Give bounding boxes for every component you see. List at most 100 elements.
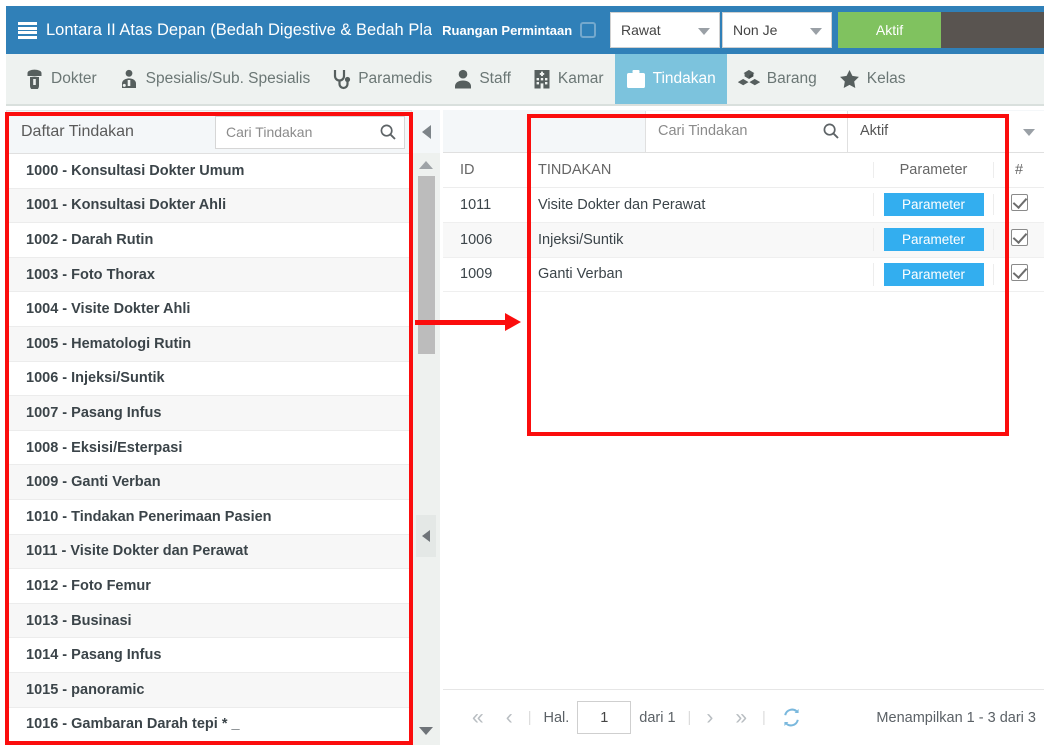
- list-item[interactable]: 1011 - Visite Dokter dan Perawat: [7, 534, 411, 570]
- right-panel-header: Cari Tindakan Aktif: [443, 110, 1044, 153]
- list-item[interactable]: 1008 - Eksisi/Esterpasi: [7, 430, 411, 466]
- parameter-button[interactable]: Parameter: [883, 193, 984, 217]
- cell-tindakan: Visite Dokter dan Perawat: [538, 196, 706, 213]
- list-item[interactable]: 1016 - Gambaran Darah tepi * _: [7, 707, 411, 743]
- care-type-value: Rawat: [621, 22, 661, 38]
- hospital-icon: [533, 69, 551, 89]
- daftar-tindakan-panel: Daftar Tindakan Cari Tindakan 1000 - Kon…: [6, 110, 412, 745]
- total-pages-label: dari 1: [639, 709, 676, 726]
- table-row[interactable]: 1006 Injeksi/Suntik Parameter: [443, 222, 1044, 258]
- tab-kamar[interactable]: Kamar: [522, 54, 615, 104]
- divider: |: [687, 709, 692, 726]
- tab-label: Kamar: [557, 70, 604, 87]
- table-body: 1011 Visite Dokter dan Perawat Parameter…: [443, 188, 1044, 689]
- tab-label: Barang: [766, 70, 817, 87]
- parameter-button[interactable]: Parameter: [883, 228, 984, 252]
- cell-id: 1011: [460, 196, 492, 213]
- daftar-tindakan-heading: Daftar Tindakan: [21, 123, 134, 140]
- right-search-input[interactable]: Cari Tindakan: [645, 110, 848, 152]
- chevron-down-icon: [810, 28, 822, 35]
- row-checkbox[interactable]: [1010, 194, 1028, 212]
- refresh-icon[interactable]: [770, 708, 813, 727]
- page-label: Hal.: [543, 709, 570, 726]
- class-type-select[interactable]: Non Je: [722, 12, 832, 48]
- row-checkbox[interactable]: [1010, 229, 1028, 247]
- list-item[interactable]: 1000 - Konsultasi Dokter Umum: [7, 154, 411, 189]
- tab-barang[interactable]: Barang: [727, 54, 828, 104]
- stethoscope-icon: [332, 69, 351, 90]
- tabbar: Dokter Spesialis/Sub. Spesialis Paramedi…: [6, 54, 1044, 106]
- collapse-left-panel-button[interactable]: [412, 110, 440, 153]
- titlebar-left: Lontara II Atas Depan (Bedah Digestive &…: [6, 21, 597, 40]
- cubes-icon: [737, 69, 760, 89]
- row-checkbox[interactable]: [1010, 263, 1028, 281]
- caret-up-icon: [419, 161, 433, 169]
- page-number-input[interactable]: 1: [577, 701, 632, 734]
- scroll-up-button[interactable]: [412, 155, 440, 175]
- user-icon: [454, 69, 472, 89]
- tab-label: Tindakan: [652, 70, 716, 87]
- titlebar: Lontara II Atas Depan (Bedah Digestive &…: [6, 6, 1044, 54]
- tab-tindakan[interactable]: Tindakan: [614, 54, 727, 104]
- column-header-tindakan: TINDAKAN: [538, 162, 612, 178]
- scroll-down-button[interactable]: [412, 721, 440, 741]
- tab-label: Staff: [479, 70, 511, 87]
- medkit-icon: [626, 69, 646, 89]
- prev-page-button[interactable]: ‹: [495, 707, 524, 728]
- tab-spesialis[interactable]: Spesialis/Sub. Spesialis: [108, 54, 322, 104]
- cell-tindakan: Injeksi/Suntik: [538, 231, 624, 248]
- search-icon: [380, 124, 396, 140]
- tab-paramedis[interactable]: Paramedis: [321, 54, 443, 104]
- table-row[interactable]: 1009 Ganti Verban Parameter: [443, 257, 1044, 293]
- search-icon: [823, 123, 839, 139]
- column-header-id: ID: [460, 162, 475, 178]
- tab-staff[interactable]: Staff: [443, 54, 522, 104]
- last-page-button[interactable]: »: [724, 707, 758, 728]
- tab-dokter[interactable]: Dokter: [14, 54, 108, 104]
- annotation-arrow-head: [505, 313, 521, 331]
- left-search-input[interactable]: Cari Tindakan: [215, 115, 405, 149]
- list-item[interactable]: 1005 - Hematologi Rutin: [7, 326, 411, 362]
- column-header-select: #: [993, 162, 1044, 178]
- cell-parameter: Parameter: [873, 228, 993, 252]
- pagination-bar: « ‹ | Hal. 1 dari 1 | › » | Menampilkan …: [443, 689, 1044, 745]
- titlebar-controls: Rawat Non Je Aktif: [610, 6, 1044, 54]
- care-type-select[interactable]: Rawat: [610, 12, 720, 48]
- tab-label: Kelas: [866, 70, 906, 87]
- list-item[interactable]: 1004 - Visite Dokter Ahli: [7, 292, 411, 327]
- list-item[interactable]: 1012 - Foto Femur: [7, 569, 411, 604]
- divider: |: [527, 709, 532, 726]
- list-item[interactable]: 1007 - Pasang Infus: [7, 396, 411, 431]
- list-item[interactable]: 1009 - Ganti Verban: [7, 465, 411, 500]
- right-header-spacer: [443, 110, 645, 153]
- list-icon: [18, 22, 37, 39]
- list-item[interactable]: 1015 - panoramic: [7, 672, 411, 708]
- chevron-left-icon: [422, 530, 430, 542]
- tab-kelas[interactable]: Kelas: [828, 54, 917, 104]
- list-item[interactable]: 1006 - Injeksi/Suntik: [7, 361, 411, 397]
- request-room-checkbox[interactable]: [580, 22, 597, 38]
- cell-parameter: Parameter: [873, 262, 993, 286]
- status-active-button[interactable]: Aktif: [838, 12, 941, 48]
- chevron-down-icon: [1023, 129, 1035, 136]
- scrollbar-thumb[interactable]: [418, 176, 435, 354]
- next-page-button[interactable]: ›: [695, 707, 724, 728]
- status-inactive-button[interactable]: [941, 12, 1044, 48]
- parameter-button[interactable]: Parameter: [883, 262, 984, 286]
- panel-divider-collapse-button[interactable]: [416, 515, 436, 557]
- table-row[interactable]: 1011 Visite Dokter dan Perawat Parameter: [443, 188, 1044, 223]
- cell-select: [993, 229, 1044, 251]
- specialist-icon: [119, 69, 139, 89]
- list-item[interactable]: 1003 - Foto Thorax: [7, 257, 411, 293]
- left-search-placeholder: Cari Tindakan: [226, 124, 313, 140]
- list-item[interactable]: 1010 - Tindakan Penerimaan Pasien: [7, 499, 411, 535]
- list-item[interactable]: 1014 - Pasang Infus: [7, 638, 411, 673]
- list-item[interactable]: 1002 - Darah Rutin: [7, 223, 411, 258]
- list-item[interactable]: 1001 - Konsultasi Dokter Ahli: [7, 188, 411, 224]
- first-page-button[interactable]: «: [461, 707, 495, 728]
- status-filter-select[interactable]: Aktif: [848, 110, 1044, 152]
- daftar-tindakan-list[interactable]: 1000 - Konsultasi Dokter Umum 1001 - Kon…: [7, 154, 411, 744]
- cell-parameter: Parameter: [873, 193, 993, 217]
- list-item[interactable]: 1013 - Businasi: [7, 603, 411, 639]
- column-header-parameter: Parameter: [873, 162, 993, 178]
